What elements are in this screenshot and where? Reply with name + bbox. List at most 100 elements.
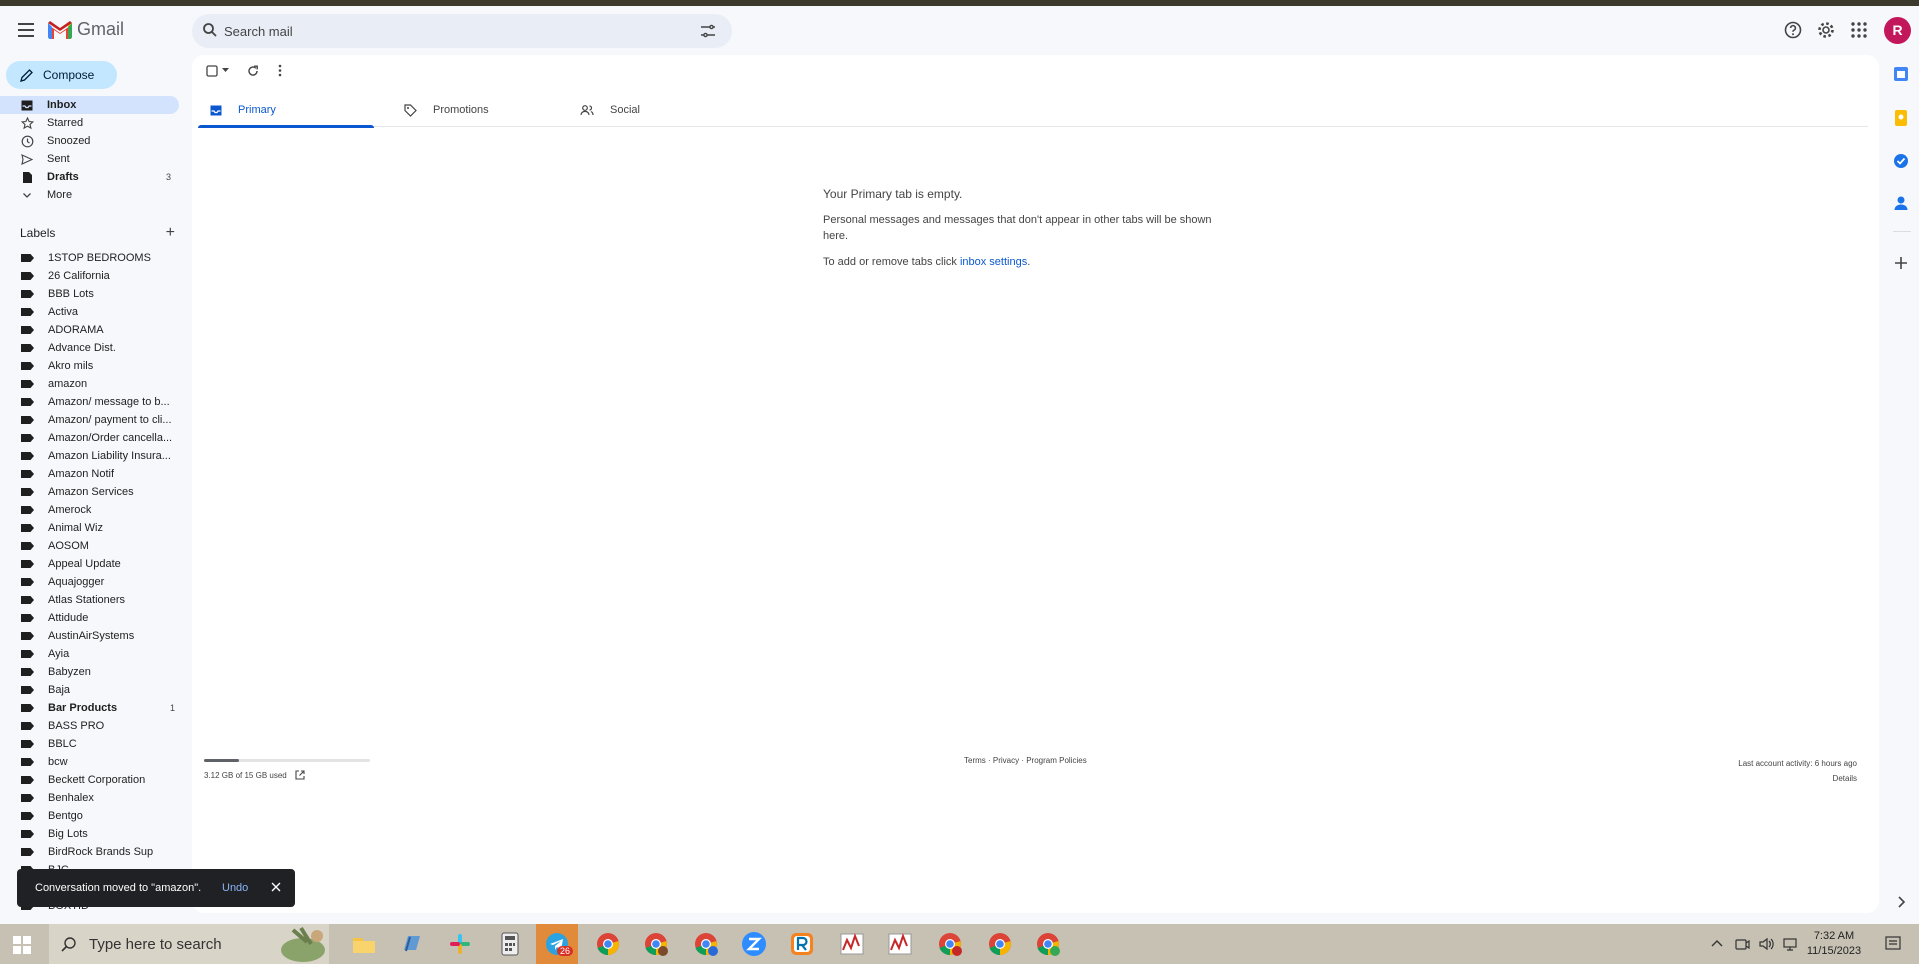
sidebar-item-snoozed[interactable]: Snoozed	[0, 132, 179, 150]
inbox-settings-link[interactable]: inbox settings	[960, 256, 1027, 268]
network-icon[interactable]	[1782, 936, 1798, 952]
tab-social[interactable]: Social	[568, 93, 744, 127]
select-all-checkbox[interactable]	[206, 64, 229, 77]
label-item[interactable]: bcw	[0, 753, 180, 771]
details-link[interactable]: Details	[1738, 771, 1857, 786]
chart-app-icon[interactable]	[886, 930, 914, 958]
label-item[interactable]: Advance Dist.	[0, 339, 180, 357]
label-item[interactable]: Activa	[0, 303, 180, 321]
calendar-icon[interactable]	[1892, 65, 1910, 83]
label-item[interactable]: Baja	[0, 681, 180, 699]
search-options-icon[interactable]	[700, 23, 716, 39]
label-tag-icon	[21, 650, 34, 658]
ringcentral-icon[interactable]	[788, 930, 816, 958]
label-item[interactable]: BirdRock Brands Sup	[0, 843, 180, 861]
main-menu-icon[interactable]	[14, 19, 38, 43]
chevron-right-icon[interactable]	[1892, 893, 1910, 911]
chrome-profile-icon[interactable]	[642, 930, 670, 958]
chrome-profile-icon[interactable]	[936, 930, 964, 958]
label-item[interactable]: 26 California	[0, 267, 180, 285]
label-item[interactable]: 1STOP BEDROOMS	[0, 249, 180, 267]
label-item[interactable]: Beckett Corporation	[0, 771, 180, 789]
label-item[interactable]: amazon	[0, 375, 180, 393]
taskbar-search[interactable]: Type here to search	[49, 924, 329, 964]
label-item[interactable]: Amazon/ payment to cli...	[0, 411, 180, 429]
label-item[interactable]: Amerock	[0, 501, 180, 519]
tab-primary[interactable]: Primary	[198, 93, 374, 128]
footer-links[interactable]: Terms · Privacy · Program Policies	[964, 756, 1087, 765]
sidebar-item-sent[interactable]: Sent	[0, 150, 179, 168]
label-item[interactable]: AustinAirSystems	[0, 627, 180, 645]
label-item[interactable]: Atlas Stationers	[0, 591, 180, 609]
close-icon[interactable]	[270, 881, 282, 893]
label-item[interactable]: BBB Lots	[0, 285, 180, 303]
search-icon[interactable]	[202, 22, 218, 38]
open-external-icon[interactable]	[295, 770, 305, 780]
undo-button[interactable]: Undo	[222, 882, 248, 894]
file-explorer-icon[interactable]	[350, 930, 378, 958]
volume-icon[interactable]	[1758, 936, 1774, 952]
slack-icon[interactable]	[446, 930, 474, 958]
taskbar-clock[interactable]: 7:32 AM 11/15/2023	[1805, 929, 1863, 959]
add-addon-icon[interactable]	[1892, 254, 1910, 272]
label-item[interactable]: Animal Wiz	[0, 519, 180, 537]
help-icon[interactable]	[1783, 20, 1803, 40]
sidebar-item-drafts[interactable]: Drafts 3	[0, 168, 179, 186]
tasks-icon[interactable]	[1892, 152, 1910, 170]
label-item[interactable]: Babyzen	[0, 663, 180, 681]
label-item[interactable]: BASS PRO	[0, 717, 180, 735]
chevron-up-icon[interactable]	[1710, 937, 1724, 951]
notepad-app-icon[interactable]	[398, 930, 426, 958]
storage-bar-fill	[204, 759, 239, 762]
search-input[interactable]	[224, 14, 684, 48]
contacts-icon[interactable]	[1892, 194, 1910, 212]
add-label-icon[interactable]: +	[166, 224, 175, 242]
label-item[interactable]: Amazon/Order cancella...	[0, 429, 180, 447]
label-item[interactable]: AOSOM	[0, 537, 180, 555]
label-tag-icon	[21, 776, 34, 784]
zoom-icon[interactable]	[740, 930, 768, 958]
label-item[interactable]: Akro mils	[0, 357, 180, 375]
calculator-icon[interactable]	[496, 930, 524, 958]
label-item[interactable]: ADORAMA	[0, 321, 180, 339]
chart-app-icon[interactable]	[838, 930, 866, 958]
chrome-profile-icon[interactable]	[1034, 930, 1062, 958]
people-icon	[580, 105, 594, 116]
keep-icon[interactable]	[1892, 109, 1910, 127]
telegram-icon[interactable]: 26	[536, 924, 578, 964]
windows-start-icon[interactable]	[13, 936, 31, 954]
label-item[interactable]: Ayia	[0, 645, 180, 663]
refresh-icon[interactable]	[247, 65, 259, 77]
gmail-logo[interactable]: Gmail	[48, 19, 124, 40]
label-item[interactable]: Amazon Notif	[0, 465, 180, 483]
label-item[interactable]: Big Lots	[0, 825, 180, 843]
more-vert-icon[interactable]	[277, 64, 283, 77]
label-item[interactable]: Amazon Services	[0, 483, 180, 501]
search-bar[interactable]	[192, 14, 732, 48]
label-item[interactable]: Attidude	[0, 609, 180, 627]
tab-promotions[interactable]: Promotions	[392, 93, 568, 127]
sidebar-item-more[interactable]: More	[0, 186, 179, 204]
chrome-icon[interactable]	[986, 930, 1014, 958]
sidebar-item-starred[interactable]: Starred	[0, 114, 179, 132]
chrome-icon[interactable]	[594, 930, 622, 958]
label-item[interactable]: Benhalex	[0, 789, 180, 807]
settings-suffix: .	[1027, 256, 1031, 268]
label-item[interactable]: BBLC	[0, 735, 180, 753]
label-item[interactable]: Amazon/ message to b...	[0, 393, 180, 411]
label-item[interactable]: Amazon Liability Insura...	[0, 447, 180, 465]
label-item[interactable]: Aquajogger	[0, 573, 180, 591]
label-item[interactable]: Appeal Update	[0, 555, 180, 573]
account-avatar[interactable]: R	[1884, 17, 1911, 44]
settings-gear-icon[interactable]	[1816, 20, 1836, 40]
label-item[interactable]: Bentgo	[0, 807, 180, 825]
apps-grid-icon[interactable]	[1849, 20, 1869, 40]
chrome-profile-icon[interactable]	[692, 930, 720, 958]
label-item[interactable]: Bar Products 1	[0, 699, 180, 717]
label-name: Babyzen	[48, 666, 91, 678]
notifications-icon[interactable]	[1884, 935, 1902, 953]
sidebar-item-inbox[interactable]: Inbox	[0, 96, 179, 114]
meet-now-icon[interactable]	[1734, 936, 1750, 952]
compose-button[interactable]: Compose	[6, 61, 117, 89]
sidebar-nav: Inbox Starred Snoozed Sent Drafts 3 More	[0, 96, 180, 204]
